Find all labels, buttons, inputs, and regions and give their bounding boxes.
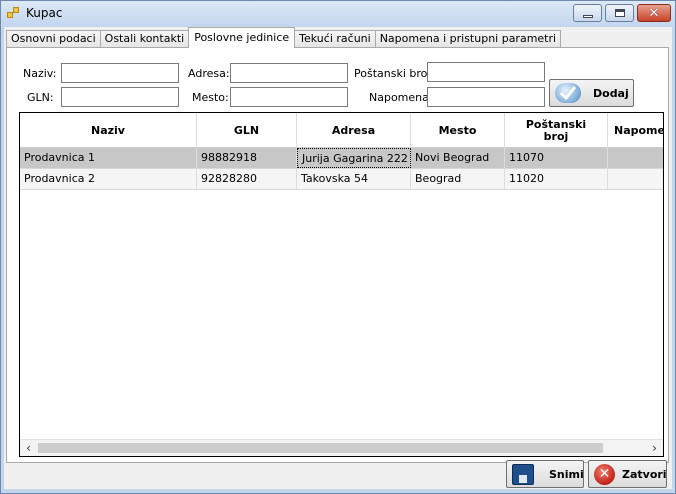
maximize-icon bbox=[614, 9, 625, 17]
cell-napomena[interactable] bbox=[608, 169, 663, 189]
tab-tekuci-racuni[interactable]: Tekući računi bbox=[294, 30, 376, 48]
cell-adresa[interactable]: Jurija Gagarina 222 bbox=[297, 148, 411, 168]
poslovne-jedinice-grid[interactable]: Naziv GLN Adresa Mesto Poštanski broj Na… bbox=[19, 112, 664, 457]
gln-label: GLN: bbox=[27, 91, 54, 104]
col-header-naziv[interactable]: Naziv bbox=[20, 113, 197, 148]
table-row[interactable]: Prodavnica 2 92828280 Takovska 54 Beogra… bbox=[20, 169, 663, 190]
cell-postanski-broj[interactable]: 11020 bbox=[505, 169, 608, 189]
close-icon: ✕ bbox=[648, 5, 660, 21]
tab-osnovni-podaci[interactable]: Osnovni podaci bbox=[6, 30, 101, 48]
col-header-mesto[interactable]: Mesto bbox=[411, 113, 505, 148]
tab-strip: Osnovni podaci Ostali kontakti Poslovne … bbox=[6, 27, 562, 49]
save-disk-icon bbox=[512, 464, 534, 485]
table-row[interactable]: Prodavnica 1 98882918 Jurija Gagarina 22… bbox=[20, 148, 663, 169]
col-header-postanski-broj[interactable]: Poštanski broj bbox=[505, 113, 608, 148]
mesto-input[interactable] bbox=[230, 87, 348, 107]
zatvori-label: Zatvori bbox=[622, 468, 667, 481]
client-area: Osnovni podaci Ostali kontakti Poslovne … bbox=[4, 27, 672, 489]
close-window-button[interactable]: ✕ bbox=[637, 4, 671, 22]
gln-input[interactable] bbox=[61, 87, 179, 107]
col-header-gln[interactable]: GLN bbox=[197, 113, 297, 148]
adresa-input[interactable] bbox=[230, 63, 348, 83]
cell-adresa[interactable]: Takovska 54 bbox=[297, 169, 411, 189]
tab-ostali-kontakti[interactable]: Ostali kontakti bbox=[99, 30, 190, 48]
postanski-broj-input[interactable] bbox=[427, 62, 545, 82]
scroll-left-icon[interactable]: ‹ bbox=[20, 440, 37, 456]
cell-naziv[interactable]: Prodavnica 2 bbox=[20, 169, 197, 189]
minimize-button[interactable] bbox=[573, 4, 602, 22]
maximize-button[interactable] bbox=[605, 4, 634, 22]
napomena-input[interactable] bbox=[427, 87, 545, 107]
grid-header: Naziv GLN Adresa Mesto Poštanski broj Na… bbox=[20, 113, 663, 148]
col-header-adresa[interactable]: Adresa bbox=[297, 113, 411, 148]
mesto-label: Mesto: bbox=[192, 91, 229, 104]
scroll-thumb[interactable] bbox=[38, 443, 603, 453]
col-header-napomena[interactable]: Napomena bbox=[608, 113, 663, 148]
horizontal-scrollbar[interactable]: ‹ › bbox=[20, 439, 663, 456]
snimi-label: Snimi bbox=[549, 468, 584, 481]
tab-napomena-pristupni-parametri[interactable]: Napomena i pristupni parametri bbox=[374, 30, 562, 48]
app-window-icon bbox=[7, 7, 21, 21]
close-circle-icon: ✕ bbox=[594, 464, 615, 485]
title-bar[interactable]: Kupac ✕ bbox=[1, 1, 675, 27]
adresa-label: Adresa: bbox=[188, 67, 230, 80]
dodaj-label: Dodaj bbox=[593, 87, 629, 100]
napomena-label: Napomena: bbox=[369, 91, 433, 104]
snimi-button[interactable]: Snimi bbox=[506, 460, 584, 488]
checkmark-icon bbox=[555, 83, 581, 103]
cell-naziv[interactable]: Prodavnica 1 bbox=[20, 148, 197, 168]
zatvori-button[interactable]: ✕ Zatvori bbox=[588, 460, 667, 488]
cell-postanski-broj[interactable]: 11070 bbox=[505, 148, 608, 168]
cell-gln[interactable]: 98882918 bbox=[197, 148, 297, 168]
scroll-right-icon[interactable]: › bbox=[646, 440, 663, 456]
kupac-window: Kupac ✕ Osnovni podaci Ostali kontakti P… bbox=[0, 0, 676, 494]
dodaj-button[interactable]: Dodaj bbox=[549, 79, 634, 107]
naziv-input[interactable] bbox=[61, 63, 179, 83]
cell-mesto[interactable]: Beograd bbox=[411, 169, 505, 189]
poslovne-jedinice-page: Naziv: GLN: Adresa: Mesto: Poštanski bro… bbox=[6, 47, 669, 463]
minimize-icon bbox=[582, 14, 593, 18]
cell-napomena[interactable] bbox=[608, 148, 663, 168]
cell-mesto[interactable]: Novi Beograd bbox=[411, 148, 505, 168]
tab-poslovne-jedinice[interactable]: Poslovne jedinice bbox=[188, 27, 296, 48]
cell-gln[interactable]: 92828280 bbox=[197, 169, 297, 189]
postanski-broj-label: Poštanski broj: bbox=[354, 67, 435, 80]
naziv-label: Naziv: bbox=[23, 67, 57, 80]
window-title: Kupac bbox=[26, 6, 63, 20]
